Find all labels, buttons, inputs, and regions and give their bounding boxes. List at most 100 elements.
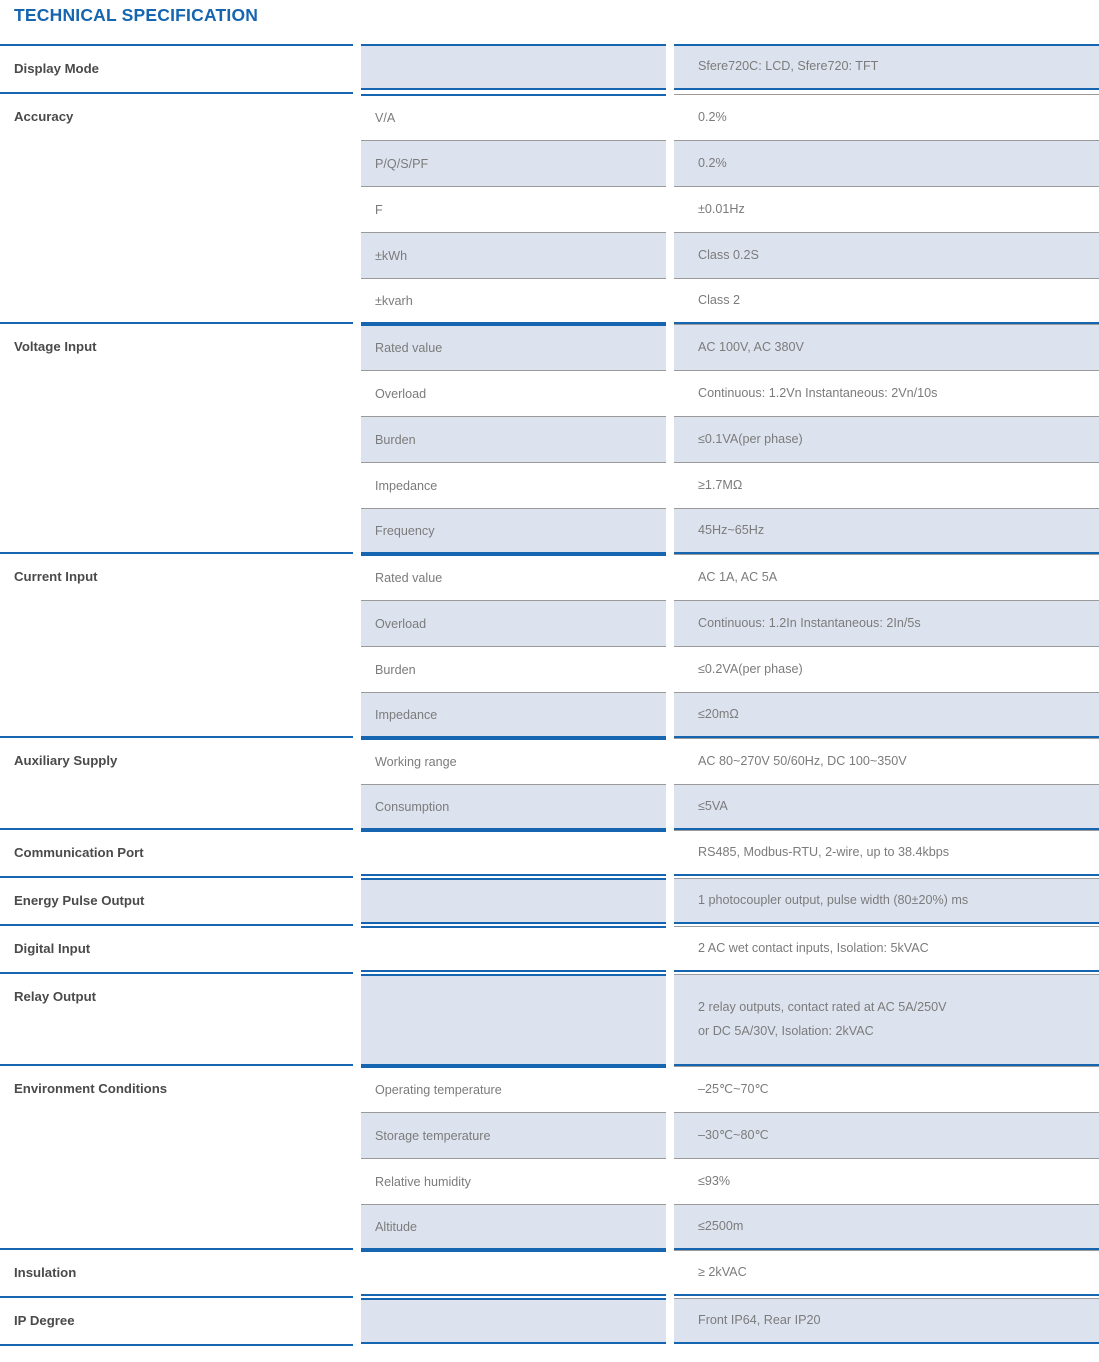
- spec-parameter-cell: [361, 1250, 666, 1296]
- spec-value-cell: AC 100V, AC 380V: [674, 324, 1099, 370]
- spec-section: Communication Port RS485, Modbus-RTU, 2-…: [0, 830, 1099, 878]
- spec-value-cell: AC 1A, AC 5A: [674, 554, 1099, 600]
- spec-parameter-cell: Working range: [361, 738, 666, 784]
- spec-row: 2 AC wet contact inputs, Isolation: 5kVA…: [361, 926, 1099, 972]
- spec-rows-group: Working range AC 80~270V 50/60Hz, DC 100~…: [361, 738, 1099, 830]
- spec-section: Digital Input 2 AC wet contact inputs, Is…: [0, 926, 1099, 974]
- spec-row: Burden ≤0.1VA(per phase): [361, 416, 1099, 462]
- spec-value-cell: 0.2%: [674, 140, 1099, 186]
- spec-rows-group: 1 photocoupler output, pulse width (80±2…: [361, 878, 1099, 926]
- spec-value-cell: ≥ 2kVAC: [674, 1250, 1099, 1296]
- spec-parameter-cell: ±kWh: [361, 232, 666, 278]
- spec-value-cell: ≥1.7MΩ: [674, 462, 1099, 508]
- spec-value-line: ≤20mΩ: [698, 706, 739, 721]
- spec-row: 2 relay outputs, contact rated at AC 5A/…: [361, 974, 1099, 1066]
- spec-value-cell: 1 photocoupler output, pulse width (80±2…: [674, 878, 1099, 924]
- spec-value-line: ±0.01Hz: [698, 201, 745, 216]
- spec-parameter-cell: Rated value: [361, 324, 666, 370]
- spec-category-label: Relay Output: [14, 989, 97, 1004]
- spec-row: Storage temperature –30℃~80℃: [361, 1112, 1099, 1158]
- spec-rows-group: RS485, Modbus-RTU, 2-wire, up to 38.4kbp…: [361, 830, 1099, 878]
- spec-value-cell: Front IP64, Rear IP20: [674, 1298, 1099, 1344]
- spec-section: IP Degree Front IP64, Rear IP20: [0, 1298, 1099, 1346]
- spec-category-cell: Communication Port: [0, 830, 353, 878]
- spec-value-line: –25℃~70℃: [698, 1081, 769, 1096]
- technical-specification-table: Display Mode Sfere720C: LCD, Sfere720: TF…: [0, 44, 1099, 1346]
- spec-value-line: Class 0.2S: [698, 247, 759, 262]
- spec-parameter-cell: F: [361, 186, 666, 232]
- spec-category-cell: Energy Pulse Output: [0, 878, 353, 926]
- spec-section: Environment Conditions Operating temperat…: [0, 1066, 1099, 1250]
- spec-row: Sfere720C: LCD, Sfere720: TFT: [361, 44, 1099, 90]
- spec-parameter-cell: Consumption: [361, 784, 666, 830]
- spec-value-cell: 2 AC wet contact inputs, Isolation: 5kVA…: [674, 926, 1099, 972]
- spec-row: Burden ≤0.2VA(per phase): [361, 646, 1099, 692]
- spec-value-line: AC 80~270V 50/60Hz, DC 100~350V: [698, 753, 907, 768]
- spec-category-label: Environment Conditions: [14, 1081, 168, 1096]
- spec-value-line: ≤93%: [698, 1173, 731, 1188]
- spec-value-cell: ±0.01Hz: [674, 186, 1099, 232]
- spec-section: Insulation ≥ 2kVAC: [0, 1250, 1099, 1298]
- spec-value-line: –30℃~80℃: [698, 1127, 769, 1142]
- spec-row: F ±0.01Hz: [361, 186, 1099, 232]
- spec-value-cell: ≤0.2VA(per phase): [674, 646, 1099, 692]
- spec-value-line: 1 photocoupler output, pulse width (80±2…: [698, 892, 969, 907]
- spec-row: Front IP64, Rear IP20: [361, 1298, 1099, 1344]
- spec-value-line: Sfere720C: LCD, Sfere720: TFT: [698, 59, 879, 74]
- spec-value-cell: 45Hz~65Hz: [674, 508, 1099, 554]
- spec-value-line: ≤0.2VA(per phase): [698, 661, 803, 676]
- spec-section: Voltage Input Rated value AC 100V, AC 380V…: [0, 324, 1099, 554]
- spec-parameter-cell: [361, 830, 666, 876]
- spec-rows-group: Operating temperature –25℃~70℃ Storage tem…: [361, 1066, 1099, 1250]
- spec-parameter-cell: Rated value: [361, 554, 666, 600]
- spec-row: Operating temperature –25℃~70℃: [361, 1066, 1099, 1112]
- spec-value-cell: Class 2: [674, 278, 1099, 324]
- spec-value-line: AC 1A, AC 5A: [698, 569, 778, 584]
- spec-row: Altitude ≤2500m: [361, 1204, 1099, 1250]
- spec-category-cell: Display Mode: [0, 44, 353, 94]
- spec-parameter-cell: Impedance: [361, 692, 666, 738]
- spec-value-line: AC 100V, AC 380V: [698, 339, 804, 354]
- spec-row: ±kvarh Class 2: [361, 278, 1099, 324]
- spec-row: Working range AC 80~270V 50/60Hz, DC 100~…: [361, 738, 1099, 784]
- spec-parameter-cell: Relative humidity: [361, 1158, 666, 1204]
- spec-value-cell: ≤20mΩ: [674, 692, 1099, 738]
- spec-rows-group: Rated value AC 1A, AC 5A Overload Continuou…: [361, 554, 1099, 738]
- spec-parameter-cell: [361, 926, 666, 972]
- spec-value-cell: AC 80~270V 50/60Hz, DC 100~350V: [674, 738, 1099, 784]
- spec-category-label: Energy Pulse Output: [14, 893, 145, 908]
- spec-rows-group: Rated value AC 100V, AC 380V Overload Conti…: [361, 324, 1099, 554]
- spec-row: ≥ 2kVAC: [361, 1250, 1099, 1296]
- spec-value-cell: ≤5VA: [674, 784, 1099, 830]
- spec-parameter-cell: [361, 44, 666, 90]
- spec-value-cell: 2 relay outputs, contact rated at AC 5A/…: [674, 974, 1099, 1066]
- spec-category-label: Accuracy: [14, 109, 74, 124]
- spec-value-cell: 0.2%: [674, 94, 1099, 140]
- spec-category-label: IP Degree: [14, 1313, 75, 1328]
- spec-parameter-cell: Burden: [361, 646, 666, 692]
- spec-value-line: ≥ 2kVAC: [698, 1264, 747, 1279]
- spec-value-cell: Continuous: 1.2Vn Instantaneous: 2Vn/10s: [674, 370, 1099, 416]
- spec-parameter-cell: Frequency: [361, 508, 666, 554]
- spec-rows-group: 2 relay outputs, contact rated at AC 5A/…: [361, 974, 1099, 1066]
- spec-row: Frequency 45Hz~65Hz: [361, 508, 1099, 554]
- spec-value-line: ≥1.7MΩ: [698, 477, 743, 492]
- spec-category-cell: Insulation: [0, 1250, 353, 1298]
- spec-category-cell: Accuracy: [0, 94, 353, 324]
- spec-rows-group: ≥ 2kVAC: [361, 1250, 1099, 1298]
- spec-row: Relative humidity ≤93%: [361, 1158, 1099, 1204]
- spec-category-label: Insulation: [14, 1265, 77, 1280]
- spec-row: RS485, Modbus-RTU, 2-wire, up to 38.4kbp…: [361, 830, 1099, 876]
- spec-category-label: Digital Input: [14, 941, 91, 956]
- spec-category-label: Current Input: [14, 569, 98, 584]
- spec-category-cell: IP Degree: [0, 1298, 353, 1346]
- spec-value-line: 2 AC wet contact inputs, Isolation: 5kVA…: [698, 940, 929, 955]
- spec-row: Overload Continuous: 1.2Vn Instantaneous:…: [361, 370, 1099, 416]
- spec-category-cell: Current Input: [0, 554, 353, 738]
- spec-parameter-cell: [361, 878, 666, 924]
- spec-value-line: Continuous: 1.2Vn Instantaneous: 2Vn/10s: [698, 385, 938, 400]
- spec-value-line: 2 relay outputs, contact rated at AC 5A/…: [698, 999, 947, 1014]
- spec-value-line: ≤0.1VA(per phase): [698, 431, 803, 446]
- spec-rows-group: Front IP64, Rear IP20: [361, 1298, 1099, 1346]
- spec-value-line: Class 2: [698, 292, 740, 307]
